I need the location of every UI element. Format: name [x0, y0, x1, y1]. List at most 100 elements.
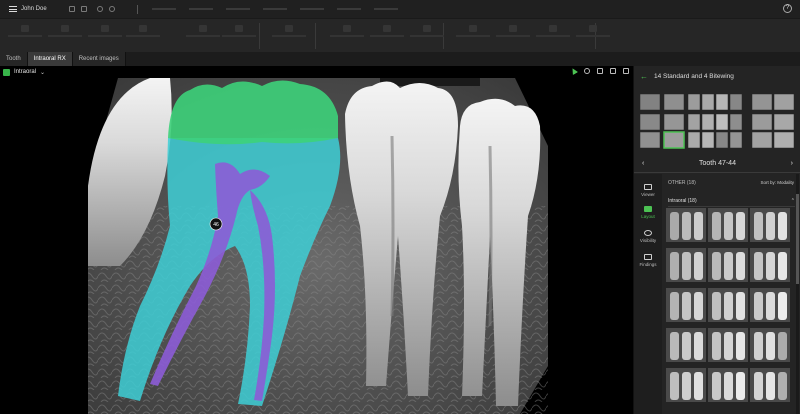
tool-label-placeholder: [222, 35, 256, 37]
fmx-slot[interactable]: [701, 113, 715, 131]
chevron-down-icon[interactable]: ⌄: [40, 69, 45, 76]
fmx-slot-selected[interactable]: [663, 131, 685, 149]
image-thumbnail[interactable]: [708, 248, 748, 282]
fmx-slot[interactable]: [663, 113, 685, 131]
fmx-slot[interactable]: [729, 131, 743, 149]
image-thumbnail[interactable]: [666, 248, 706, 282]
fmx-slot[interactable]: [715, 94, 729, 111]
fmx-slot[interactable]: [687, 131, 701, 149]
sort-dropdown[interactable]: Sort by: Modality: [760, 180, 794, 185]
fmx-layout[interactable]: [640, 94, 796, 150]
image-thumbnail[interactable]: [708, 288, 748, 322]
image-thumbnail[interactable]: [666, 288, 706, 322]
more-icon[interactable]: [121, 6, 129, 12]
toolbar-button[interactable]: [186, 25, 220, 43]
toolbar-button[interactable]: [370, 25, 404, 43]
tab-intraoral-rx[interactable]: Intraoral RX: [27, 52, 73, 66]
fmx-slot[interactable]: [701, 131, 715, 149]
compare-icon[interactable]: [610, 68, 616, 74]
fmx-slot[interactable]: [640, 113, 661, 131]
help-icon[interactable]: ?: [783, 4, 792, 13]
camera-icon[interactable]: [96, 6, 103, 12]
image-thumbnail[interactable]: [708, 368, 748, 402]
pointer-icon[interactable]: [569, 66, 579, 76]
fmx-slot[interactable]: [751, 131, 773, 149]
fmx-slot[interactable]: [663, 94, 685, 111]
image-thumbnail[interactable]: [666, 328, 706, 362]
tool-label-placeholder: [496, 35, 530, 37]
image-thumbnail[interactable]: [750, 208, 790, 242]
tool-label-placeholder: [576, 35, 610, 37]
fmx-slot[interactable]: [715, 113, 729, 131]
toolbar-button[interactable]: [48, 25, 82, 43]
toolbar-button[interactable]: [456, 25, 490, 43]
xray-image[interactable]: 46: [0, 66, 633, 414]
menu-item[interactable]: [188, 8, 213, 10]
fmx-slot[interactable]: [729, 113, 743, 131]
panel-scrollbar[interactable]: [796, 174, 799, 414]
fmx-slot[interactable]: [687, 113, 701, 131]
menu-item[interactable]: [262, 8, 287, 10]
fmx-slot[interactable]: [715, 131, 729, 149]
fmx-slot[interactable]: [701, 94, 715, 111]
undo-icon[interactable]: [68, 6, 75, 12]
back-arrow-icon[interactable]: ←: [640, 72, 648, 81]
other-section-label[interactable]: OTHER (18): [668, 180, 696, 186]
menu-item[interactable]: [373, 8, 398, 10]
toolbar-button[interactable]: [88, 25, 122, 43]
intraoral-section-header[interactable]: Intraoral (18) ⌃: [668, 198, 795, 207]
image-thumbnail[interactable]: [666, 368, 706, 402]
sidenav-layout[interactable]: Layout: [634, 206, 662, 219]
tab-recent-images[interactable]: Recent images: [72, 52, 126, 66]
image-thumbnail[interactable]: [750, 288, 790, 322]
image-viewer[interactable]: 46 Intraoral ⌄: [0, 66, 633, 414]
user-name[interactable]: John Doe: [21, 6, 47, 12]
contrast-icon[interactable]: [584, 68, 590, 74]
fmx-slot[interactable]: [687, 94, 701, 111]
viewer-header: Intraoral ⌄: [0, 66, 633, 78]
prev-arrow-icon[interactable]: ‹: [642, 160, 644, 167]
toolbar-button[interactable]: [576, 25, 610, 43]
settings-icon[interactable]: [108, 6, 115, 12]
tooth-marker-label: 46: [213, 222, 219, 228]
image-thumbnail[interactable]: [750, 328, 790, 362]
image-thumbnail[interactable]: [666, 208, 706, 242]
toolbar-button[interactable]: [536, 25, 570, 43]
thumbnail-grid[interactable]: [666, 208, 798, 414]
image-thumbnail[interactable]: [750, 248, 790, 282]
sidenav-findings[interactable]: Findings: [634, 254, 662, 267]
menu-item[interactable]: [151, 8, 176, 10]
fmx-slot[interactable]: [640, 131, 661, 149]
image-thumbnail[interactable]: [708, 328, 748, 362]
toolbar-button[interactable]: [222, 25, 256, 43]
toolbar-button[interactable]: [8, 25, 42, 43]
menu-icon[interactable]: [9, 6, 17, 12]
fmx-slot[interactable]: [751, 113, 773, 131]
sidenav-viewer[interactable]: Viewer: [634, 184, 662, 197]
fmx-slot[interactable]: [773, 131, 795, 149]
fmx-slot[interactable]: [640, 94, 661, 111]
fmx-slot[interactable]: [729, 94, 743, 111]
toolbar-button[interactable]: [496, 25, 530, 43]
chevron-up-icon[interactable]: ⌃: [791, 198, 795, 204]
fmx-slot[interactable]: [773, 113, 795, 131]
redo-icon[interactable]: [80, 6, 87, 12]
rotate-icon[interactable]: [597, 68, 603, 74]
menu-item[interactable]: [299, 8, 324, 10]
tab-tooth[interactable]: Tooth: [0, 52, 28, 66]
toolbar-button[interactable]: [126, 25, 160, 43]
next-arrow-icon[interactable]: ›: [791, 160, 793, 167]
toolbar-button[interactable]: [272, 25, 306, 43]
image-thumbnail[interactable]: [708, 208, 748, 242]
menu-item[interactable]: [336, 8, 361, 10]
image-thumbnail[interactable]: [750, 368, 790, 402]
toolbar-button[interactable]: [410, 25, 444, 43]
modality-label[interactable]: Intraoral: [14, 69, 36, 75]
sidenav-visibility[interactable]: Visibility: [634, 230, 662, 243]
toolbar-button[interactable]: [330, 25, 364, 43]
fmx-slot[interactable]: [751, 94, 773, 111]
menu-item[interactable]: [225, 8, 250, 10]
fmx-slot[interactable]: [773, 94, 795, 111]
fullscreen-icon[interactable]: [623, 68, 629, 74]
tool-label-placeholder: [370, 35, 404, 37]
